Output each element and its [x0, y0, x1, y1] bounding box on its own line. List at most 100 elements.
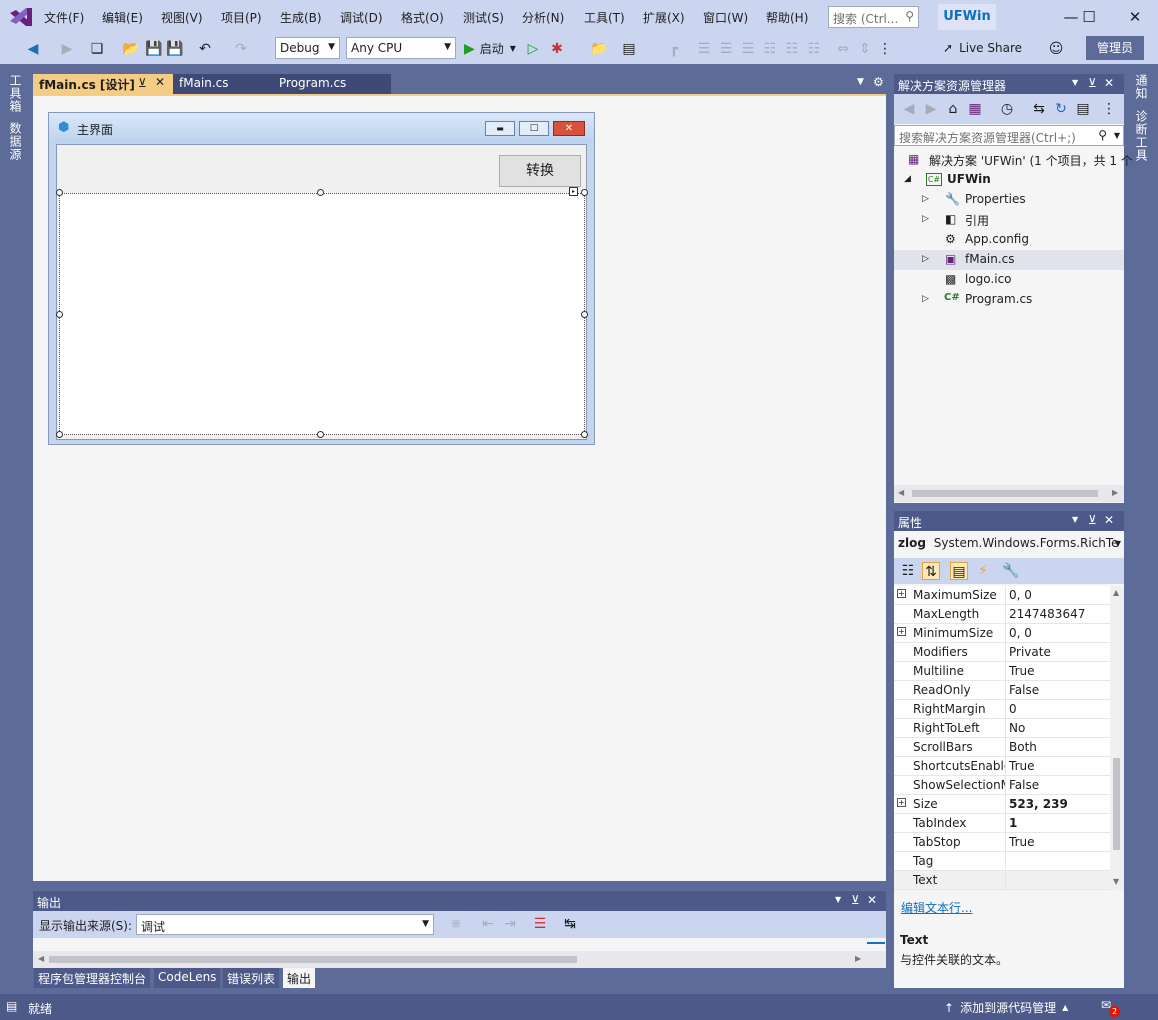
- chevron-down-icon[interactable]: ▼: [835, 895, 841, 904]
- maximize-window-button[interactable]: ☐: [1071, 4, 1107, 30]
- add-to-source-control-button[interactable]: ↑ 添加到源代码管理 ▲: [944, 999, 1068, 1016]
- property-value[interactable]: Both: [1009, 740, 1037, 754]
- scroll-thumb[interactable]: [1113, 758, 1120, 850]
- more-options-icon[interactable]: ⋮: [1100, 100, 1118, 118]
- menu-view[interactable]: 视图(V): [161, 9, 203, 26]
- property-row[interactable]: RightToLeft No: [894, 719, 1110, 738]
- find-message-icon[interactable]: ⎈: [447, 915, 465, 933]
- property-row[interactable]: ShortcutsEnabled True: [894, 757, 1110, 776]
- menu-format[interactable]: 格式(O): [401, 9, 444, 26]
- make-same-width-icon[interactable]: ⇔: [834, 40, 852, 58]
- align-bottoms-icon[interactable]: ☷: [805, 40, 823, 58]
- property-pages-wrench-icon[interactable]: 🔧: [1002, 562, 1020, 580]
- menu-debug[interactable]: 调试(D): [340, 9, 383, 26]
- back-icon[interactable]: ◀: [900, 100, 918, 118]
- gear-icon[interactable]: ⚙: [873, 75, 884, 89]
- property-row[interactable]: ReadOnly False: [894, 681, 1110, 700]
- close-icon[interactable]: ✕: [1104, 76, 1114, 90]
- sync-icon[interactable]: ⇆: [1030, 100, 1048, 118]
- scroll-up-icon[interactable]: ▲: [1113, 588, 1119, 597]
- toolbox-side-tab[interactable]: 工具箱: [8, 74, 24, 113]
- tree-item-app-config[interactable]: ⚙ App.config: [894, 230, 1124, 250]
- property-value[interactable]: 2147483647: [1009, 607, 1085, 621]
- column-divider[interactable]: [1005, 795, 1006, 814]
- scroll-thumb[interactable]: [912, 490, 1098, 497]
- column-divider[interactable]: [1005, 643, 1006, 662]
- tab-fmain-code[interactable]: fMain.cs: [173, 74, 273, 94]
- column-divider[interactable]: [1005, 871, 1006, 890]
- notifications-button[interactable]: ✉ 2: [1101, 998, 1120, 1017]
- forward-icon[interactable]: ▶: [922, 100, 940, 118]
- properties-view-icon[interactable]: ▤: [950, 562, 968, 580]
- property-row[interactable]: TabIndex 1: [894, 814, 1110, 833]
- expand-icon[interactable]: +: [897, 589, 906, 598]
- column-divider[interactable]: [1005, 852, 1006, 871]
- hot-reload-icon[interactable]: ✱: [548, 40, 566, 58]
- output-text-area[interactable]: ◀ ▶: [33, 938, 886, 968]
- project-node[interactable]: ◢ C# UFWin: [894, 170, 1124, 190]
- property-value[interactable]: Private: [1009, 645, 1051, 659]
- column-divider[interactable]: [1005, 586, 1006, 605]
- zlog-richtextbox[interactable]: ▸: [59, 187, 585, 435]
- menu-help[interactable]: 帮助(H): [766, 9, 808, 26]
- menu-tools[interactable]: 工具(T): [584, 9, 625, 26]
- close-window-button[interactable]: ✕: [1117, 4, 1153, 30]
- property-value[interactable]: True: [1009, 835, 1035, 849]
- column-divider[interactable]: [1005, 776, 1006, 795]
- scroll-left-icon[interactable]: ◀: [898, 488, 904, 497]
- layout-icon[interactable]: ▤: [620, 40, 638, 58]
- folder-view-icon[interactable]: 📁: [590, 40, 608, 58]
- property-value[interactable]: No: [1009, 721, 1025, 735]
- make-same-height-icon[interactable]: ⇕: [856, 40, 874, 58]
- events-lightning-icon[interactable]: ⚡: [974, 562, 992, 580]
- property-value[interactable]: True: [1009, 664, 1035, 678]
- property-value[interactable]: 0, 0: [1009, 626, 1032, 640]
- next-message-icon[interactable]: ⇥: [501, 915, 519, 933]
- menu-extensions[interactable]: 扩展(X): [643, 9, 685, 26]
- column-divider[interactable]: [1005, 662, 1006, 681]
- designer-form[interactable]: ⬢ 主界面 ▬ □ ✕ 转换 ▸: [48, 112, 595, 445]
- close-icon[interactable]: ✕: [1104, 513, 1114, 527]
- output-horizontal-scrollbar[interactable]: ◀ ▶: [33, 951, 886, 968]
- menu-file[interactable]: 文件(F): [44, 9, 84, 26]
- clear-all-icon[interactable]: ☰: [531, 915, 549, 933]
- tab-output[interactable]: 输出: [283, 968, 316, 988]
- start-debug-button[interactable]: ▶ 启动 ▼: [464, 40, 516, 57]
- alphabetical-icon[interactable]: ⇅: [922, 562, 940, 580]
- close-icon[interactable]: ✕: [155, 75, 165, 89]
- previous-message-icon[interactable]: ⇤: [479, 915, 497, 933]
- chevron-down-icon[interactable]: ▼: [1072, 515, 1078, 524]
- expanded-icon[interactable]: ◢: [904, 174, 911, 184]
- property-value[interactable]: True: [1009, 759, 1035, 773]
- solution-horizontal-scrollbar[interactable]: ◀ ▶: [894, 485, 1124, 502]
- align-centers-icon[interactable]: ☰: [717, 40, 735, 58]
- scroll-right-icon[interactable]: ▶: [1112, 488, 1118, 497]
- property-value[interactable]: False: [1009, 778, 1039, 792]
- switch-views-icon[interactable]: ▦: [966, 100, 984, 118]
- tab-error-list[interactable]: 错误列表: [223, 968, 280, 988]
- smart-tag-icon[interactable]: ▸: [569, 187, 578, 196]
- solution-node[interactable]: ▦ 解决方案 'UFWin' (1 个项目，共 1 个: [894, 150, 1133, 170]
- undo-icon[interactable]: ↶: [196, 40, 214, 58]
- resize-handle-se[interactable]: [581, 431, 588, 438]
- expand-icon[interactable]: +: [897, 798, 906, 807]
- property-row[interactable]: MaxLength 2147483647: [894, 605, 1110, 624]
- resize-handle-s[interactable]: [317, 431, 324, 438]
- collapse-all-icon[interactable]: ▤: [1074, 100, 1092, 118]
- collapsed-icon[interactable]: ▷: [922, 254, 929, 264]
- chevron-down-icon[interactable]: ▼: [1072, 78, 1078, 87]
- align-grid-icon[interactable]: ┏: [665, 40, 683, 58]
- new-project-icon[interactable]: ❏: [88, 40, 106, 58]
- tree-item-program[interactable]: ▷ C# Program.cs: [894, 290, 1124, 310]
- save-icon[interactable]: 💾: [145, 40, 163, 58]
- resize-handle-nw[interactable]: [56, 189, 63, 196]
- property-grid-scrollbar[interactable]: ▲ ▼: [1110, 586, 1124, 890]
- global-search-input[interactable]: 搜索 (Ctrl... ⚲: [828, 6, 919, 28]
- tab-program-cs[interactable]: Program.cs: [273, 74, 391, 94]
- pin-icon[interactable]: ⊻: [1088, 76, 1097, 90]
- menu-edit[interactable]: 编辑(E): [102, 9, 143, 26]
- menu-project[interactable]: 项目(P): [221, 9, 262, 26]
- tree-item-properties[interactable]: ▷ 🔧 Properties: [894, 190, 1124, 210]
- property-row[interactable]: Modifiers Private: [894, 643, 1110, 662]
- menu-window[interactable]: 窗口(W): [703, 9, 748, 26]
